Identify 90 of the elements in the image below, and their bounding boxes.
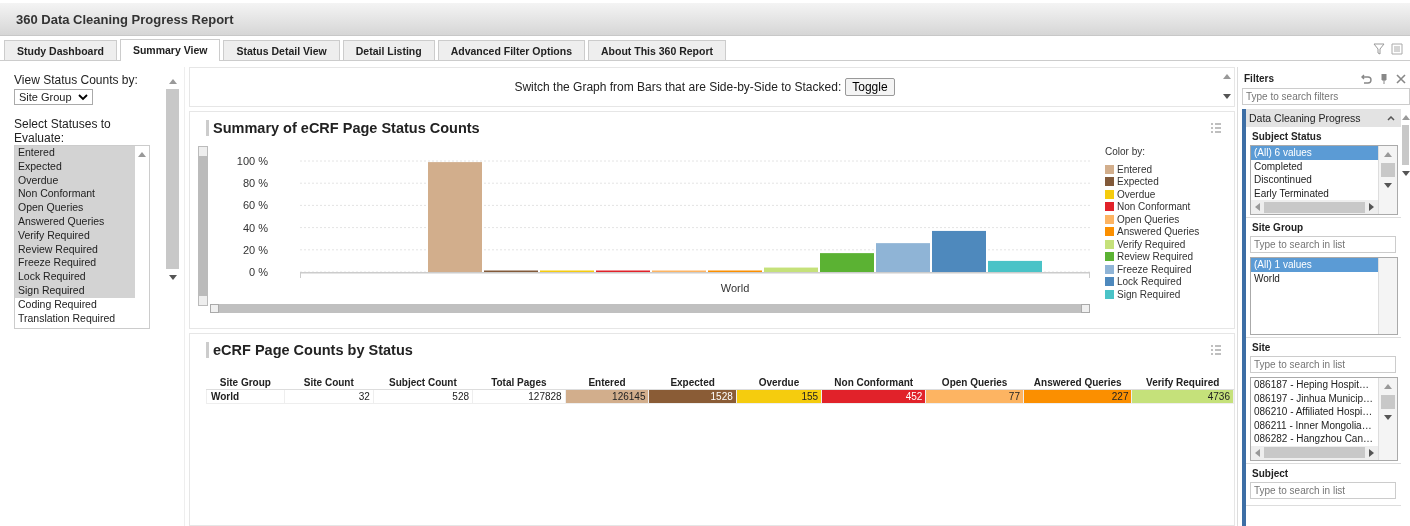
search-field[interactable]: Type to search in list xyxy=(1250,481,1396,499)
legend-label: Sign Required xyxy=(1117,288,1181,300)
window-title: 360 Data Cleaning Progress Report xyxy=(16,11,234,27)
tab[interactable]: Summary View xyxy=(119,39,221,61)
bar[interactable] xyxy=(988,260,1042,272)
search-field[interactable]: Type to search in list xyxy=(1250,356,1396,373)
tab[interactable]: About This 360 Report xyxy=(588,40,727,60)
field-label: View Status Counts by: xyxy=(14,73,139,87)
search-field[interactable]: Type to search filters xyxy=(1242,88,1410,105)
table-cell: 32 xyxy=(284,389,374,404)
undo-icon[interactable] xyxy=(1361,73,1372,84)
list-item[interactable]: Translation Required xyxy=(15,311,135,326)
field-label: Select Statuses to Evaluate: xyxy=(14,117,112,145)
axis-tick-label: 80 % xyxy=(242,177,268,190)
column-header[interactable]: Open Queries xyxy=(925,376,1024,390)
pin-icon[interactable] xyxy=(1381,73,1387,84)
axis-tick-label: 60 % xyxy=(242,199,268,212)
list-item[interactable]: Entered xyxy=(15,146,135,160)
list-icon[interactable] xyxy=(1391,43,1403,55)
legend-label: Freeze Required xyxy=(1117,263,1192,275)
legend-label: Answered Queries xyxy=(1117,226,1200,238)
tab[interactable]: Detail Listing xyxy=(342,40,435,60)
toggle-label: Switch the Graph from Bars that are Side-by-Side to Stacked: xyxy=(514,80,842,94)
axis-category-label: World xyxy=(720,282,750,294)
list-item[interactable]: Completed xyxy=(1251,159,1378,173)
list-item[interactable]: World xyxy=(1251,271,1378,285)
section-title: Subject Status xyxy=(1252,131,1323,142)
menu-icon[interactable] xyxy=(1210,344,1222,356)
column-header[interactable]: Site Group xyxy=(206,376,285,390)
table-cell: World xyxy=(206,389,285,404)
list-item[interactable]: Freeze Required xyxy=(15,256,135,271)
tab[interactable]: Study Dashboard xyxy=(4,40,117,60)
list-item[interactable]: 086210 - Affiliated Hospi… xyxy=(1251,405,1378,419)
column-header[interactable]: Total Pages xyxy=(472,376,566,390)
tab[interactable]: Status Detail View xyxy=(223,40,340,60)
list-item[interactable]: 086282 - Hangzhou Can… xyxy=(1251,432,1378,446)
list-item[interactable]: Coding Required xyxy=(15,297,135,312)
column-header[interactable]: Verify Required xyxy=(1131,376,1234,390)
list-item[interactable]: Early Terminated xyxy=(1251,186,1378,200)
list-item[interactable]: Non Conformant xyxy=(15,187,135,202)
legend-label: Entered xyxy=(1117,163,1153,175)
filter-icon[interactable] xyxy=(1373,43,1385,55)
list-item[interactable]: Discontinued xyxy=(1251,173,1378,187)
scroll-up-arrow[interactable] xyxy=(138,152,146,157)
legend-title: Color by: xyxy=(1105,146,1146,157)
legend-label: Review Required xyxy=(1117,251,1194,263)
tab[interactable]: Advanced Filter Options xyxy=(437,40,585,60)
search-field[interactable]: Type to search in list xyxy=(1250,236,1396,253)
axis-tick-label: 100 % xyxy=(236,155,268,167)
legend-label: Non Conformant xyxy=(1117,201,1191,213)
column-header[interactable]: Entered xyxy=(565,376,649,390)
column-header[interactable]: Answered Queries xyxy=(1023,376,1132,390)
panel-title: Summary of eCRF Page Status Counts xyxy=(206,120,480,136)
axis-tick-label: 0 % xyxy=(249,266,268,278)
column-header[interactable]: Site Count xyxy=(284,376,374,390)
legend-label: Lock Required xyxy=(1117,276,1182,288)
column-header[interactable]: Non Conformant xyxy=(821,376,926,390)
filter-list[interactable]: (All) 1 values World xyxy=(1250,257,1398,335)
status-list[interactable]: Entered Expected Overdue Non Conformant Open Queries Answered Queries Verify Required Review Required Freeze Required Lock Required Sign Required Coding Required Translation Required xyxy=(14,145,150,329)
filter-list[interactable]: (All) 6 values Completed Discontinued Early Terminated xyxy=(1250,145,1398,215)
panel-title: Filters xyxy=(1244,73,1274,84)
list-item[interactable]: 086187 - Heping Hospit… xyxy=(1251,378,1378,392)
legend-label: Expected xyxy=(1117,176,1159,188)
legend-label: Overdue xyxy=(1117,188,1156,200)
table-cell: 127828 xyxy=(472,389,566,404)
panel-title: eCRF Page Counts by Status xyxy=(206,342,413,358)
list-item[interactable]: 086211 - Inner Mongolia… xyxy=(1251,418,1378,432)
legend-label: Verify Required xyxy=(1117,238,1186,250)
column-header[interactable]: Expected xyxy=(648,376,737,390)
chevron-icon xyxy=(77,93,88,101)
group-header[interactable]: Data Cleaning Progress xyxy=(1246,109,1401,127)
section-title: Subject xyxy=(1252,467,1290,479)
list-item[interactable]: Open Queries xyxy=(15,201,135,215)
list-item[interactable]: 086197 - Jinhua Municip… xyxy=(1251,391,1378,405)
filter-list[interactable]: 086187 - Heping Hospit… 086197 - Jinhua Municip… 086210 - Affiliated Hospi… 086211 - Inner Mongolia… 086282 - Hangzhou Can… xyxy=(1250,377,1398,461)
close-icon[interactable] xyxy=(1396,73,1406,84)
section-title: Site Group xyxy=(1252,222,1305,233)
list-item[interactable]: Lock Required xyxy=(15,270,135,284)
column-header[interactable]: Subject Count xyxy=(373,376,473,390)
toggle-button[interactable]: Toggle xyxy=(845,78,895,96)
column-header[interactable]: Overdue xyxy=(736,376,822,390)
section-title: Site xyxy=(1252,342,1272,353)
collapse-icon[interactable] xyxy=(1387,115,1395,121)
bar[interactable] xyxy=(932,230,986,272)
legend-label: Open Queries xyxy=(1117,213,1180,225)
dropdown[interactable]: Site Group xyxy=(14,89,93,105)
menu-icon[interactable] xyxy=(1210,122,1222,134)
table-cell: 528 xyxy=(373,389,473,404)
axis-tick-label: 20 % xyxy=(242,243,268,256)
axis-tick-label: 40 % xyxy=(242,221,268,234)
